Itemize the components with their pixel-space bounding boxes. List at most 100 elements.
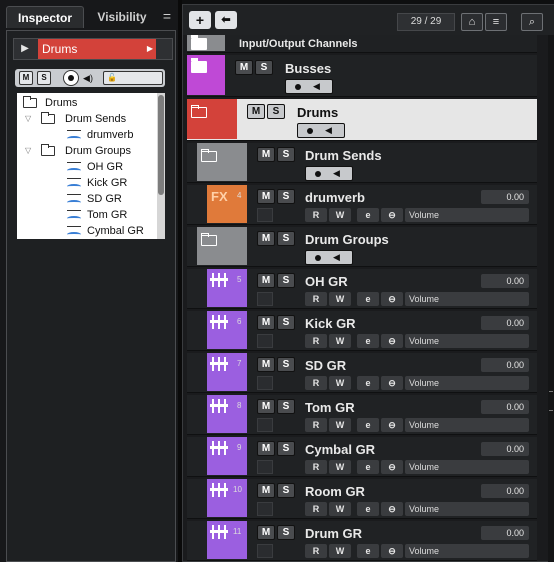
read-automation-button[interactable]: R xyxy=(305,376,327,390)
channel-box[interactable] xyxy=(257,376,273,390)
mute-button[interactable]: M xyxy=(257,357,275,372)
speaker-icon[interactable]: ◀ xyxy=(333,167,340,180)
record-icon[interactable] xyxy=(295,84,301,90)
volume-fader[interactable]: Volume xyxy=(405,292,529,306)
solo-button[interactable]: S xyxy=(277,147,295,162)
record-enable-icon[interactable] xyxy=(63,70,79,86)
volume-value[interactable]: 0.00 xyxy=(481,316,529,330)
volume-fader[interactable]: Volume xyxy=(405,460,529,474)
link-button[interactable]: ⊖ xyxy=(381,460,403,474)
link-button[interactable]: ⊖ xyxy=(381,544,403,558)
solo-button[interactable]: S xyxy=(277,357,295,372)
record-monitor-buttons[interactable]: ◀ xyxy=(305,166,353,181)
edit-channel-button[interactable]: e xyxy=(357,544,379,558)
volume-value[interactable]: 0.00 xyxy=(481,190,529,204)
track-row-drum-groups[interactable]: M S Drum Groups ◀ xyxy=(187,227,537,267)
link-button[interactable]: ⊖ xyxy=(381,334,403,348)
track-row-busses[interactable]: M S Busses ◀ xyxy=(187,55,537,97)
link-button[interactable]: ⊖ xyxy=(381,208,403,222)
read-automation-button[interactable]: R xyxy=(305,418,327,432)
mute-button[interactable]: M xyxy=(247,104,265,119)
edit-channel-button[interactable]: e xyxy=(357,292,379,306)
tree-scrollbar[interactable] xyxy=(157,93,165,239)
edit-channel-button[interactable]: e xyxy=(357,502,379,516)
volume-value[interactable]: 0.00 xyxy=(481,358,529,372)
edit-channel-button[interactable]: e xyxy=(357,208,379,222)
write-automation-button[interactable]: W xyxy=(329,292,351,306)
mute-button[interactable]: M xyxy=(257,441,275,456)
add-track-special-button[interactable]: ⬅ xyxy=(215,11,237,29)
monitor-icon[interactable]: ◀) xyxy=(81,71,95,85)
volume-value[interactable]: 0.00 xyxy=(481,274,529,288)
record-icon[interactable] xyxy=(315,255,321,261)
read-automation-button[interactable]: R xyxy=(305,544,327,558)
list-view-icon[interactable]: ≡ xyxy=(485,13,507,31)
write-automation-button[interactable]: W xyxy=(329,376,351,390)
collapse-triangle-icon[interactable]: ▽ xyxy=(25,111,31,127)
mute-button[interactable]: M xyxy=(257,315,275,330)
tab-inspector[interactable]: Inspector xyxy=(6,6,84,28)
collapse-triangle-icon[interactable]: ▽ xyxy=(25,143,31,159)
track-list-scrollbar[interactable] xyxy=(548,35,554,562)
volume-fader[interactable]: Volume xyxy=(405,376,529,390)
inspector-track-header[interactable]: ▶ Drums ▶ xyxy=(13,38,173,60)
solo-button[interactable]: S xyxy=(277,483,295,498)
track-row-drumverb[interactable]: FX 4 M S drumverb 0.00 R W e ⊖ Volume xyxy=(187,185,537,225)
track-row-drum-sends[interactable]: M S Drum Sends ◀ xyxy=(187,143,537,183)
volume-value[interactable]: 0.00 xyxy=(481,484,529,498)
volume-fader[interactable]: Volume xyxy=(405,502,529,516)
mute-button[interactable]: M xyxy=(257,231,275,246)
mute-button[interactable]: M xyxy=(257,273,275,288)
solo-button[interactable]: S xyxy=(255,60,273,75)
read-automation-button[interactable]: R xyxy=(305,292,327,306)
channel-box[interactable] xyxy=(257,292,273,306)
volume-fader[interactable]: Volume xyxy=(405,544,529,558)
edit-channel-button[interactable]: e xyxy=(357,376,379,390)
tab-visibility[interactable]: Visibility xyxy=(88,6,156,28)
channel-box[interactable] xyxy=(257,334,273,348)
write-automation-button[interactable]: W xyxy=(329,334,351,348)
mute-button[interactable]: M xyxy=(235,60,253,75)
edit-channel-button[interactable]: e xyxy=(357,418,379,432)
visibility-agent-icon[interactable]: ⌂ xyxy=(461,13,483,31)
track-row-cymbal-gr[interactable]: 9 M S Cymbal GR 0.00 R W e ⊖ Volume xyxy=(187,437,537,477)
record-icon[interactable] xyxy=(307,128,313,134)
write-automation-button[interactable]: W xyxy=(329,460,351,474)
mute-button[interactable]: M xyxy=(257,399,275,414)
track-row-room-gr[interactable]: 10 M S Room GR 0.00 R W e ⊖ Volume xyxy=(187,479,537,519)
lock-icon[interactable]: 🔓 xyxy=(103,71,163,85)
track-row-oh-gr[interactable]: 5 M S OH GR 0.00 R W e ⊖ Volume xyxy=(187,269,537,309)
speaker-icon[interactable]: ◀ xyxy=(333,251,340,264)
write-automation-button[interactable]: W xyxy=(329,502,351,516)
channel-box[interactable] xyxy=(257,208,273,222)
record-monitor-buttons[interactable]: ◀ xyxy=(297,123,345,138)
track-row-drums[interactable]: M S Drums ◀ xyxy=(187,99,537,141)
read-automation-button[interactable]: R xyxy=(305,334,327,348)
solo-button[interactable]: S xyxy=(267,104,285,119)
solo-button[interactable]: S xyxy=(277,441,295,456)
record-icon[interactable] xyxy=(315,171,321,177)
track-row-tom-gr[interactable]: 8 M S Tom GR 0.00 R W e ⊖ Volume xyxy=(187,395,537,435)
write-automation-button[interactable]: W xyxy=(329,544,351,558)
channel-box[interactable] xyxy=(257,502,273,516)
read-automation-button[interactable]: R xyxy=(305,460,327,474)
link-button[interactable]: ⊖ xyxy=(381,376,403,390)
scrollbar-thumb[interactable] xyxy=(158,95,164,195)
volume-fader[interactable]: Volume xyxy=(405,208,529,222)
search-icon[interactable]: ⌕ xyxy=(521,13,543,31)
record-monitor-buttons[interactable]: ◀ xyxy=(285,79,333,94)
solo-button[interactable]: S xyxy=(37,71,51,85)
solo-button[interactable]: S xyxy=(277,399,295,414)
record-monitor-buttons[interactable]: ◀ xyxy=(305,250,353,265)
channel-box[interactable] xyxy=(257,544,273,558)
link-button[interactable]: ⊖ xyxy=(381,418,403,432)
menu-icon[interactable]: = xyxy=(160,6,174,28)
speaker-icon[interactable]: ◀ xyxy=(313,80,320,93)
track-row-io[interactable]: Input/Output Channels xyxy=(187,35,537,53)
channel-box[interactable] xyxy=(257,418,273,432)
mute-button[interactable]: M xyxy=(19,71,33,85)
write-automation-button[interactable]: W xyxy=(329,418,351,432)
solo-button[interactable]: S xyxy=(277,273,295,288)
volume-value[interactable]: 0.00 xyxy=(481,526,529,540)
channel-box[interactable] xyxy=(257,460,273,474)
